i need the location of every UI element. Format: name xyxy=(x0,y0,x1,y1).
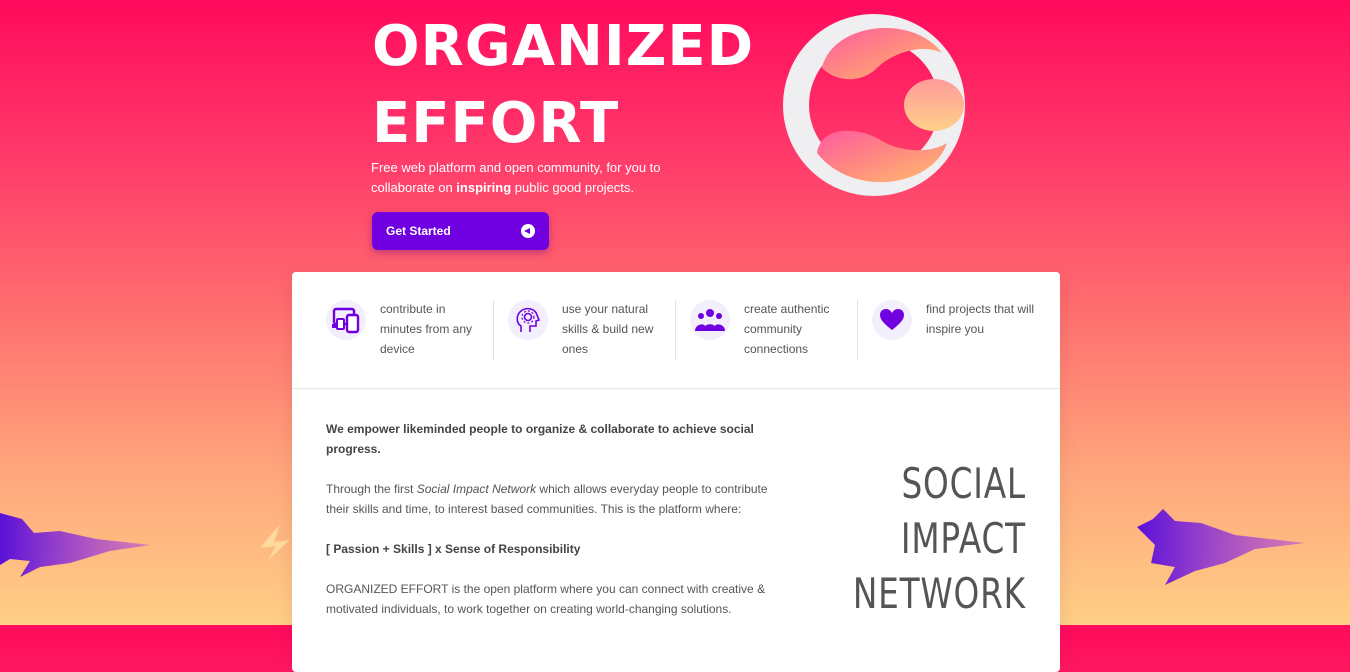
hero-subtitle-bold: inspiring xyxy=(456,180,512,195)
heart-icon xyxy=(872,300,912,340)
divider xyxy=(857,300,858,360)
feature-text: find projects that will inspire you xyxy=(926,302,1035,336)
feature-text: use your natural skills & build new ones xyxy=(562,302,654,356)
devices-icon xyxy=(326,300,366,340)
heading-line1: SOCIAL xyxy=(901,459,1026,508)
heading-line2: IMPACT xyxy=(901,514,1026,563)
get-started-label: Get Started xyxy=(386,224,451,238)
hero-subtitle-end: public good projects. xyxy=(511,180,635,195)
feature-item-projects: find projects that will inspire you xyxy=(857,300,1054,388)
about-paragraph-2: ORGANIZED EFFORT is the open platform wh… xyxy=(326,582,766,616)
about-paragraph: Through the first Social Impact Network … xyxy=(326,479,786,519)
people-group-icon xyxy=(690,300,730,340)
about-p2-italic: Social Impact Network xyxy=(416,482,537,496)
feature-item-device: contribute in minutes from any device xyxy=(326,300,508,388)
divider xyxy=(493,300,494,360)
mind-gear-icon xyxy=(508,300,548,340)
hero-title: ORGANIZED EFFORT xyxy=(372,8,754,162)
feature-item-community: create authentic community connections xyxy=(675,300,872,388)
hero-subtitle: Free web platform and open community, fo… xyxy=(371,158,721,198)
feature-item-skills: use your natural skills & build new ones xyxy=(493,300,690,388)
features-row: contribute in minutes from any device us… xyxy=(292,272,1060,389)
get-started-button[interactable]: Get Started xyxy=(372,212,549,250)
divider xyxy=(675,300,676,360)
social-impact-network-heading: SOCIAL IMPACT NETWORK xyxy=(853,456,1026,621)
hero-title-line2: EFFORT xyxy=(372,91,620,156)
arrow-circle-icon xyxy=(521,224,535,238)
left-small-sparkle xyxy=(260,524,290,560)
logo-ring-icon xyxy=(783,14,965,196)
right-bird-illustration xyxy=(1137,509,1305,585)
hero-title-line1: ORGANIZED xyxy=(372,14,755,79)
feature-text: contribute in minutes from any device xyxy=(380,302,473,356)
feature-text: create authentic community connections xyxy=(744,302,830,356)
left-bird-illustration xyxy=(0,513,150,577)
info-card: contribute in minutes from any device us… xyxy=(292,272,1060,672)
about-lead: We empower likeminded people to organize… xyxy=(326,422,754,456)
about-formula: [ Passion + Skills ] x Sense of Responsi… xyxy=(326,542,581,556)
about-text: We empower likeminded people to organize… xyxy=(326,419,786,639)
about-p2-start: Through the first xyxy=(326,482,417,496)
heading-line3: NETWORK xyxy=(852,569,1026,618)
